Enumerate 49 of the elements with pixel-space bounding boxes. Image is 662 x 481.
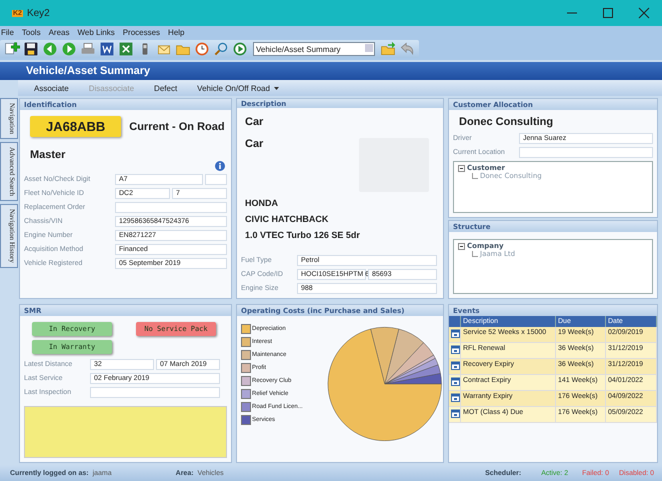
vehicle-make: HONDA	[245, 198, 279, 208]
customer-name: Donec Consulting	[459, 116, 554, 128]
vehicle-variant: 1.0 VTEC Turbo 126 SE 5dr	[245, 230, 361, 240]
tree-branch-icon	[472, 173, 478, 179]
collapse-icon[interactable]	[458, 242, 465, 250]
notes-field[interactable]	[24, 406, 227, 458]
input-field[interactable]	[90, 387, 220, 398]
undo-icon[interactable]	[399, 41, 415, 57]
collapse-icon[interactable]	[458, 164, 465, 172]
menu-item[interactable]: Tools	[20, 28, 42, 36]
menu-item[interactable]: Web Links	[76, 28, 116, 36]
calendar-icon	[451, 329, 460, 338]
spreadsheet-icon[interactable]	[118, 41, 134, 57]
calendar-icon	[451, 345, 460, 354]
vehicle-model: Master	[30, 149, 66, 161]
tree-branch-icon	[472, 251, 478, 257]
word-document-icon[interactable]	[99, 41, 115, 57]
action-button[interactable]: Associate	[26, 84, 77, 92]
forward-icon[interactable]	[61, 41, 77, 57]
save-icon[interactable]	[23, 41, 39, 57]
info-icon[interactable]	[215, 161, 225, 171]
menu-item[interactable]: Areas	[48, 28, 70, 36]
input-field[interactable]	[115, 202, 227, 213]
printer-icon[interactable]	[80, 41, 96, 57]
calendar-icon	[451, 361, 460, 370]
input-field[interactable]	[205, 174, 227, 185]
menu-item[interactable]: Help	[167, 28, 186, 36]
vehicle-status: Current - On Road	[129, 120, 225, 132]
page-title: Vehicle/Asset Summary	[0, 62, 662, 80]
folder-arrow-icon[interactable]	[380, 41, 396, 57]
calendar-icon	[451, 409, 460, 418]
new-document-icon[interactable]	[4, 41, 20, 57]
body-type: Car	[245, 138, 264, 150]
action-button[interactable]: Defect	[146, 84, 186, 92]
action-button[interactable]: Vehicle On/Off Road	[189, 84, 287, 92]
vehicle-type: Car	[245, 116, 264, 128]
menu-item[interactable]: File	[0, 28, 15, 36]
search-icon[interactable]	[213, 41, 229, 57]
calendar-icon	[451, 393, 460, 402]
clock-icon[interactable]	[194, 41, 210, 57]
run-icon[interactable]	[232, 41, 248, 57]
calendar-icon	[451, 377, 460, 386]
menu-item[interactable]: Processes	[122, 28, 162, 36]
header-corner	[449, 316, 461, 327]
window-title: Key2	[26, 8, 50, 18]
vehicle-model: CIVIC HATCHBACK	[245, 214, 330, 224]
input-field[interactable]	[519, 147, 653, 158]
registration-plate: JA68ABB	[30, 116, 122, 137]
view-select[interactable]: Vehicle/Asset Summary	[253, 42, 375, 56]
